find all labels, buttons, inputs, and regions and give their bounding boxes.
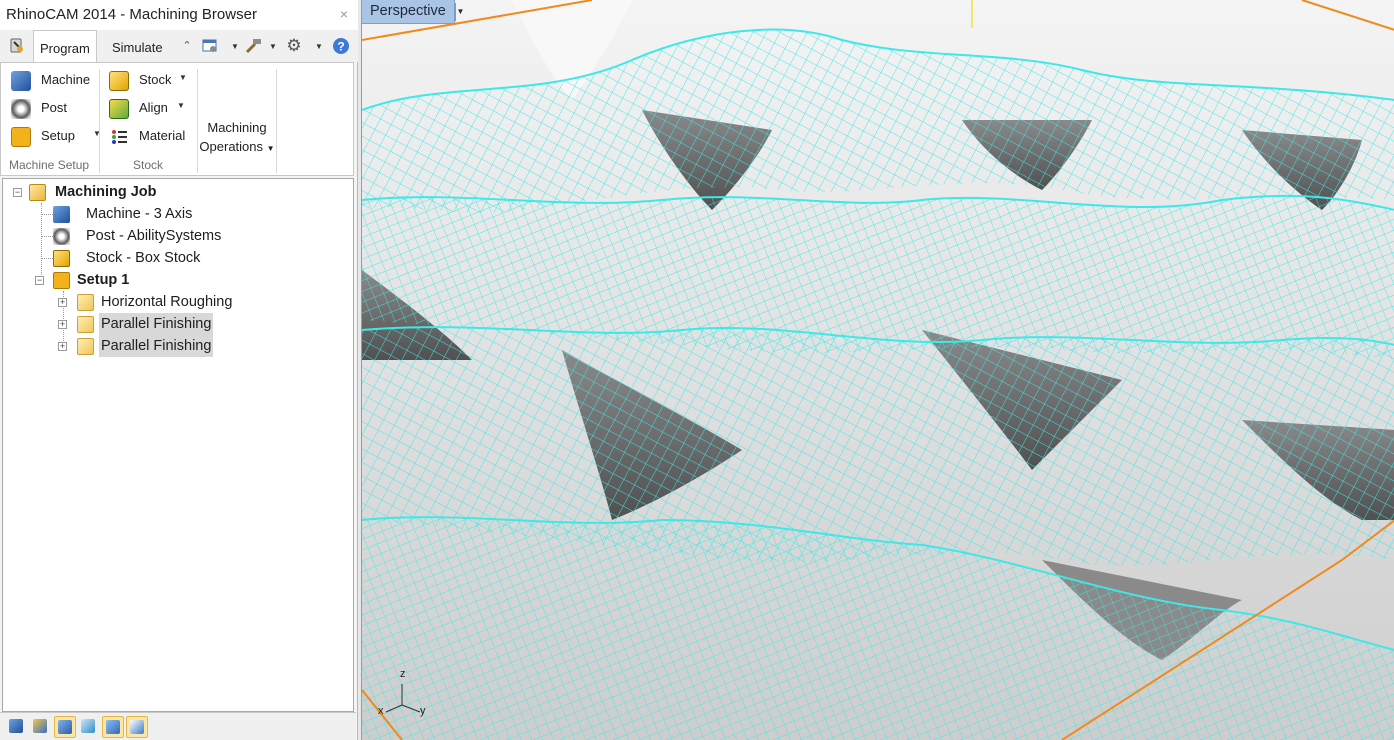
- post-icon: [53, 228, 70, 245]
- tab-program-label: Program: [40, 41, 90, 56]
- machining-operations-label-line1: Machining: [207, 120, 267, 135]
- tree-connector: [41, 236, 53, 237]
- machine-icon: [53, 206, 70, 223]
- tools-caret-icon[interactable]: ▼: [269, 42, 277, 51]
- machine-tool-icon[interactable]: [6, 716, 28, 738]
- close-icon[interactable]: ×: [340, 6, 348, 22]
- tree-node-label: Stock - Box Stock: [86, 250, 201, 266]
- collapse-ribbon-icon[interactable]: ⌃: [178, 37, 196, 55]
- machining-browser-panel: RhinoCAM 2014 - Machining Browser × Prog…: [0, 0, 358, 740]
- tree-node-label: Horizontal Roughing: [101, 294, 233, 310]
- setup-icon: [11, 127, 31, 147]
- title-bar: RhinoCAM 2014 - Machining Browser ×: [0, 0, 358, 30]
- machining-operations-button[interactable]: Machining Operations ▼: [199, 118, 275, 158]
- machine-button-label: Machine: [41, 72, 91, 87]
- machining-operations-label-line2: Operations ▼: [199, 137, 275, 158]
- stock-dropdown-icon[interactable]: ▼: [179, 73, 187, 82]
- machine-icon: [11, 71, 31, 91]
- operation-expand-toggle[interactable]: +: [58, 298, 67, 307]
- tree-node-label: Machining Job: [55, 184, 157, 200]
- setup-view-icon[interactable]: [126, 716, 148, 738]
- tab-simulate-label: Simulate: [112, 40, 163, 55]
- setup-collapse-toggle[interactable]: −: [35, 276, 44, 285]
- tools-icon[interactable]: [244, 37, 262, 55]
- viewport-menu-caret-icon[interactable]: ▼: [455, 3, 465, 21]
- post-icon: [11, 99, 31, 119]
- material-button-label: Material: [139, 128, 186, 143]
- folder-icon: [77, 316, 94, 333]
- root-collapse-toggle[interactable]: −: [13, 188, 22, 197]
- viewport-title: Perspective: [370, 3, 446, 19]
- post-button-label: Post: [41, 100, 68, 115]
- align-dropdown-icon[interactable]: ▼: [177, 101, 185, 110]
- ribbon-panel: Machine Post Setup ▼ Machine Setup Stock…: [0, 62, 354, 176]
- toolpath-view-icon[interactable]: [54, 716, 76, 738]
- machining-operations-label-line2-text: Operations: [199, 139, 264, 154]
- axis-label-x: x: [378, 705, 384, 717]
- group-separator: [99, 69, 100, 173]
- tree-node-label: Parallel Finishing: [99, 335, 214, 357]
- stock-box-icon: [53, 250, 70, 267]
- tab-simulate[interactable]: Simulate: [106, 30, 169, 62]
- tree-connector: [41, 258, 53, 259]
- axis-label-z: z: [400, 668, 406, 680]
- folder-icon: [77, 294, 94, 311]
- gear-icon[interactable]: ⚙: [285, 37, 303, 55]
- viewport-scene: [362, 0, 1394, 740]
- stock-group-label: Stock: [133, 158, 164, 172]
- help-icon[interactable]: ?: [332, 37, 350, 55]
- tree-node-label: Machine - 3 Axis: [86, 206, 193, 222]
- machining-job-tree[interactable]: − Machining Job Machine - 3 Axis Post - …: [2, 178, 354, 712]
- ribbon-tab-row: Program Simulate ⌃ ▼ ▼ ⚙ ▼ ?: [0, 30, 358, 63]
- material-list-icon: [109, 127, 129, 147]
- rhinocam-app-icon[interactable]: [8, 37, 26, 55]
- tree-node-label: Parallel Finishing: [99, 313, 214, 335]
- toolpath-tree-icon[interactable]: [30, 716, 52, 738]
- tree-connector: [41, 214, 53, 215]
- operation-expand-toggle[interactable]: +: [58, 320, 67, 329]
- stock-model-icon[interactable]: [102, 716, 124, 738]
- axis-label-y: y: [420, 705, 426, 717]
- machine-setup-group-label: Machine Setup: [9, 158, 90, 172]
- browser-bottom-toolbar: [0, 712, 356, 740]
- tree-node-label: Post - AbilitySystems: [86, 228, 222, 244]
- window-settings-icon[interactable]: [201, 37, 219, 55]
- stock-box-icon: [109, 71, 129, 91]
- group-separator: [276, 69, 277, 173]
- window-settings-caret-icon[interactable]: ▼: [231, 42, 239, 51]
- window-title: RhinoCAM 2014 - Machining Browser: [6, 6, 257, 23]
- simulation-icon[interactable]: [78, 716, 100, 738]
- align-button-label: Align: [139, 100, 168, 115]
- stock-button-label: Stock: [139, 72, 172, 87]
- setup-icon: [53, 272, 70, 289]
- svg-text:?: ?: [337, 40, 344, 54]
- viewport-title-tab[interactable]: Perspective: [362, 0, 455, 24]
- perspective-viewport[interactable]: z x y Perspective ▼: [361, 0, 1394, 740]
- tree-node-label: Setup 1: [77, 272, 130, 288]
- machining-operations-dropdown-icon: ▼: [266, 144, 275, 153]
- group-separator: [197, 69, 198, 173]
- tab-program[interactable]: Program: [33, 30, 97, 63]
- align-icon: [109, 99, 129, 119]
- operation-expand-toggle[interactable]: +: [58, 342, 67, 351]
- folder-icon: [77, 338, 94, 355]
- gear-caret-icon[interactable]: ▼: [315, 42, 323, 51]
- setup-button-label: Setup: [41, 128, 75, 143]
- folder-open-icon: [29, 184, 46, 201]
